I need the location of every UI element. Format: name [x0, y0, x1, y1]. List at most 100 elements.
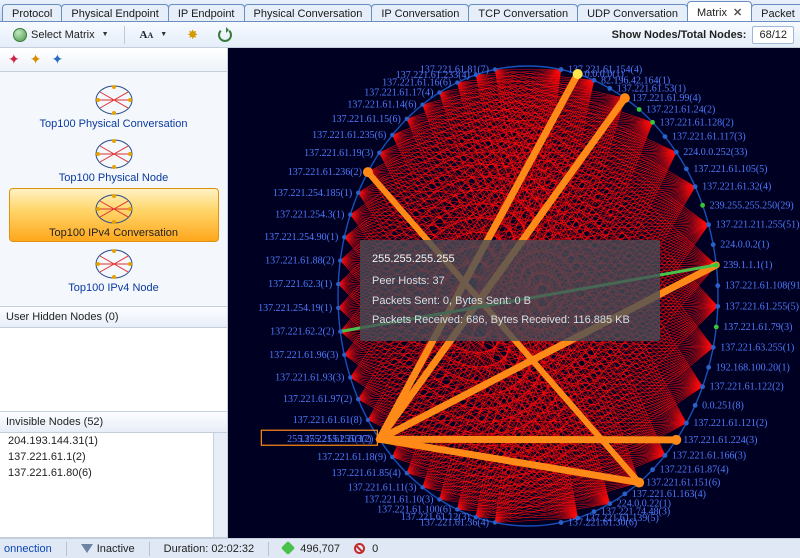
list-item[interactable]: 137.221.61.80(6): [0, 465, 227, 481]
node-label[interactable]: 137.221.61.79(3): [723, 322, 792, 333]
main-split: ✦ ✦ ✦ Top100 Physical Conversation Top100…: [0, 48, 800, 538]
wand-orange-icon[interactable]: ✦: [30, 51, 42, 68]
node-label[interactable]: 137.221.61.15(6): [332, 114, 401, 125]
node-label[interactable]: 137.221.61.24(2): [646, 104, 715, 115]
matrix-thumb[interactable]: Top100 IPv4 Conversation: [9, 188, 219, 242]
refresh-icon: [218, 28, 232, 42]
tab-udp-conversation[interactable]: UDP Conversation: [577, 4, 688, 22]
show-nodes-label: Show Nodes/Total Nodes:: [612, 29, 747, 41]
node-label[interactable]: 137.221.61.30(6): [568, 518, 637, 529]
node-label[interactable]: 137.221.61.81(7): [420, 64, 489, 75]
node-label[interactable]: 137.221.61.17(4): [364, 88, 433, 99]
node-label[interactable]: 137.221.61.236(2): [288, 167, 362, 178]
node-label[interactable]: 137.221.61.255(5): [725, 301, 799, 312]
node-label[interactable]: 137.221.61.122(2): [710, 382, 784, 393]
scrollbar[interactable]: [213, 433, 227, 537]
toolbar-separator: [124, 26, 125, 44]
status-inactive: Inactive: [81, 543, 135, 555]
status-packet-count: 496,707: [283, 543, 340, 555]
node-label[interactable]: 137.221.211.255(51): [716, 220, 800, 231]
thumb-label: Top100 IPv4 Conversation: [14, 227, 214, 239]
node-label[interactable]: 137.221.61.85(4): [332, 468, 401, 479]
wand-blue-icon[interactable]: ✦: [51, 51, 63, 68]
select-matrix-label: Select Matrix: [31, 29, 95, 41]
node-label[interactable]: 137.221.61.97(2): [283, 394, 352, 405]
matrix-thumb[interactable]: Top100 IPv4 Node: [9, 244, 219, 296]
node-label[interactable]: 224.0.0.252(33): [683, 147, 747, 158]
tooltip-title: 255.255.255.255: [372, 250, 648, 270]
node-label[interactable]: 137.221.61.235(6): [312, 130, 386, 141]
tab-physical-conversation[interactable]: Physical Conversation: [244, 4, 373, 22]
node-label[interactable]: 137.221.61.18(9): [317, 452, 386, 463]
node-label-selected[interactable]: 255.255.255.255(37): [287, 434, 371, 445]
node-label[interactable]: 137.221.61.14(6): [347, 100, 416, 111]
sidebar: ✦ ✦ ✦ Top100 Physical Conversation Top100…: [0, 48, 228, 538]
node-label[interactable]: 137.221.254.185(1): [273, 188, 352, 199]
select-matrix-button[interactable]: Select Matrix: [6, 25, 116, 45]
tab-physical-endpoint[interactable]: Physical Endpoint: [61, 4, 168, 22]
wand-red-icon[interactable]: ✦: [8, 51, 20, 68]
status-drops: 0: [354, 543, 378, 555]
node-label[interactable]: 137.221.61.93(3): [275, 372, 344, 383]
node-label[interactable]: 137.221.61.108(91): [725, 281, 800, 292]
node-label[interactable]: 137.221.62.3(1): [268, 279, 332, 290]
node-label[interactable]: 137.221.61.88(2): [265, 255, 334, 266]
close-icon[interactable]: ✕: [733, 7, 742, 19]
node-label[interactable]: 137.221.61.99(4): [632, 93, 701, 104]
node-label[interactable]: 192.168.100.20(1): [716, 362, 790, 373]
node-label[interactable]: 137.221.61.10(3): [364, 494, 433, 505]
tab-matrix[interactable]: Matrix✕: [687, 1, 752, 21]
node-label[interactable]: 137.221.62.2(2): [270, 327, 334, 338]
matrix-thumb[interactable]: Top100 Physical Conversation: [9, 80, 219, 132]
node-label[interactable]: 137.221.61.32(4): [702, 182, 771, 193]
node-label[interactable]: 137.221.61.11(3): [348, 482, 417, 493]
globe-icon: [13, 28, 27, 42]
star-icon: ✸: [187, 27, 198, 43]
tooltip-peers: Peer Hosts: 37: [372, 272, 648, 292]
options-button[interactable]: ✸: [180, 24, 205, 46]
list-item[interactable]: 137.221.61.1(2): [0, 449, 227, 465]
node-label[interactable]: 137.221.61.61(8): [293, 415, 362, 426]
refresh-button[interactable]: [211, 25, 239, 45]
node-label[interactable]: 137.221.254.3(1): [275, 210, 344, 221]
node-label[interactable]: 137.221.61.100(6): [377, 504, 451, 515]
node-label[interactable]: 137.221.61.96(3): [269, 350, 338, 361]
tab-ip-endpoint[interactable]: IP Endpoint: [168, 4, 245, 22]
toolbar: Select Matrix AA ✸ Show Nodes/Total Node…: [0, 22, 800, 48]
node-label[interactable]: 137.221.61.87(4): [660, 465, 729, 476]
invisible-nodes-list: 204.193.144.31(1)137.221.61.1(2)137.221.…: [0, 433, 227, 537]
list-item[interactable]: 204.193.144.31(1): [0, 433, 227, 449]
invisible-nodes-heading[interactable]: Invisible Nodes (52): [0, 412, 227, 433]
status-duration: Duration: 02:02:32: [164, 543, 255, 555]
node-label[interactable]: 137.221.61.105(5): [693, 164, 767, 175]
node-label[interactable]: 137.221.61.121(2): [693, 418, 767, 429]
tab-packet[interactable]: Packet: [751, 4, 800, 22]
node-label[interactable]: 137.221.254.90(1): [264, 232, 338, 243]
tab-tcp-conversation[interactable]: TCP Conversation: [468, 4, 578, 22]
matrix-canvas[interactable]: 137.221.61.36(4)137.221.61.12(3)137.221.…: [228, 48, 800, 538]
node-label[interactable]: 224.0.0.2(1): [720, 240, 769, 251]
thumb-label: Top100 Physical Node: [13, 172, 215, 184]
node-label[interactable]: 239.1.1.1(1): [723, 260, 772, 271]
node-label[interactable]: 239.255.255.250(29): [710, 200, 794, 211]
hidden-nodes-heading[interactable]: User Hidden Nodes (0): [0, 307, 227, 328]
font-style-button[interactable]: AA: [133, 26, 175, 44]
node-label[interactable]: 137.221.61.128(2): [660, 117, 734, 128]
tab-protocol[interactable]: Protocol: [2, 4, 62, 22]
show-nodes-count: 68/12: [752, 26, 794, 44]
node-label[interactable]: 137.221.61.151(6): [646, 478, 720, 489]
node-label[interactable]: 137.221.61.224(3): [683, 435, 757, 446]
thumb-label: Top100 Physical Conversation: [13, 118, 215, 130]
matrix-thumb[interactable]: Top100 Physical Node: [9, 134, 219, 186]
tab-ip-conversation[interactable]: IP Conversation: [371, 4, 469, 22]
node-label[interactable]: 137.221.61.117(3): [672, 132, 746, 143]
sidebar-toolbar: ✦ ✦ ✦: [0, 48, 227, 72]
node-label[interactable]: 137.221.61.166(3): [672, 450, 746, 461]
node-label[interactable]: 137.221.254.19(1): [258, 303, 332, 314]
node-label[interactable]: 0.0.251(8): [702, 400, 744, 411]
status-connection[interactable]: onnection: [4, 543, 52, 555]
node-tooltip: 255.255.255.255 Peer Hosts: 37 Packets S…: [360, 240, 660, 341]
diamond-green-icon: [281, 540, 295, 554]
node-label[interactable]: 137.221.63.255(1): [720, 342, 794, 353]
node-label[interactable]: 137.221.61.19(3): [304, 148, 373, 159]
